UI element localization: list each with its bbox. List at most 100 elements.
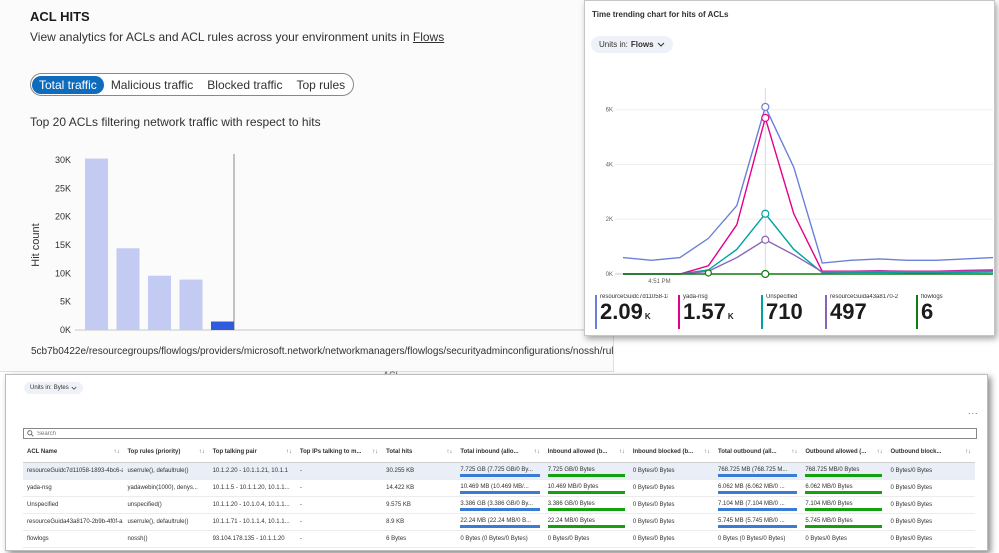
summary-tile[interactable]: resourceGuidc7d11058-18... 2.09K [595,293,668,333]
cell-bar-fill [460,524,540,528]
tab-top-rules[interactable]: Top rules [289,76,352,94]
tile-value: 6 [921,299,934,324]
hover-point [761,235,770,244]
table-cell: 0 Bytes (0 Bytes/0 Bytes) [456,530,544,548]
column-header[interactable]: Inbound allowed (b... ↑↓ [543,442,629,463]
table-row[interactable]: resourceGuidc7d11058-1893-4bc6-a7e6-1bbe… [23,462,975,480]
table-cell: resourceGuidc7d11058-1893-4bc6-a7e6-1bbe… [23,462,124,480]
cell-bar: 7.725 GB (7.725 GB/0 By... [460,467,540,477]
table-cell: 10.469 MB/0 Bytes [543,479,629,497]
column-header[interactable]: ACL Name ↑↓ [23,442,124,463]
column-header[interactable]: Outbound allowed (... ↑↓ [801,442,887,463]
sort-icon[interactable]: ↑↓ [113,449,119,455]
column-header[interactable]: Total hits ↑↓ [382,442,457,463]
tile-unit: K [644,312,651,321]
cell-bar: 7.104 MB (7.104 MB/0 ... [717,501,798,511]
more-options-button[interactable]: ... [968,406,979,416]
column-header[interactable]: Top rules (priority) ↑↓ [123,442,209,463]
cell-bar: 22.24 MB (22.24 MB/0 B... [460,518,540,528]
acl-table-panel: Units in: Bytes ... ACL Name↑↓ Top rules… [5,374,988,551]
sort-icon[interactable]: ↑↓ [791,449,797,455]
tab-malicious-traffic[interactable]: Malicious traffic [104,76,200,94]
summary-tile[interactable]: flowlogs 6 [916,293,976,333]
table-cell: - [295,530,383,548]
table-row[interactable]: resourceGuida43a8170-2b9b-4f0f-a19e-11ca… [23,513,975,531]
table-cell: 5.745 MB/0 Bytes [801,513,887,531]
series-line [623,115,994,275]
cell-bar-fill [547,507,625,511]
hover-point [761,102,770,112]
x-tick-label: 4:51 PM [648,279,670,285]
sort-icon[interactable]: ↑↓ [534,449,540,455]
table-cell: 0 Bytes/0 Bytes [543,530,629,548]
column-header[interactable]: Inbound blocked (b... ↑↓ [628,442,714,463]
units-label: Units in: [599,40,628,49]
table-cell: 10.1.1.20 - 10.1.0.4, 10.1.1... [208,496,296,514]
cell-bar-fill [460,507,540,511]
column-header[interactable]: Top talking pair ↑↓ [208,442,296,463]
table-row[interactable]: yada-nsg yadawebin(1000), denys... 10.1.1.… [23,479,975,497]
chevron-down-icon [71,386,77,390]
table-cell: 10.1.1.71 - 10.1.1.4, 10.1.1... [208,513,296,531]
table-cell: 3.386 GB/0 Bytes [543,496,629,514]
table-cell: 7.104 MB/0 Bytes [801,496,887,514]
column-header[interactable]: Total inbound (allo... ↑↓ [456,442,544,463]
table-cell: - [295,479,383,497]
cell-bar-fill [547,473,625,477]
table-cell: userrule(), defaultrule() [123,513,209,531]
cell-bar: 768.725 MB/0 Bytes [805,467,883,477]
y-tick-label: 0K [606,272,613,278]
table-cell: 7.104 MB (7.104 MB/0 ... [713,496,802,514]
column-header[interactable]: Outbound block... ↑↓ [886,442,975,463]
sort-icon[interactable]: ↑↓ [704,449,710,455]
tile-unit: K [727,312,734,321]
units-dropdown[interactable]: Units in: Flows [591,36,673,53]
table-cell: 3.386 GB (3.386 GB/0 By... [456,496,544,514]
flows-link[interactable]: Flows [413,30,444,44]
tile-color-bar [761,295,763,329]
table-cell: 0 Bytes/0 Bytes [628,513,714,531]
table-cell: - [295,496,383,514]
cell-bar: 768.725 MB (768.725 M... [717,467,798,477]
table-cell: 5.745 MB (5.745 MB/0 ... [713,513,802,531]
tile-value: 1.57 [683,299,726,324]
summary-tile[interactable]: yada-nsg 1.57 K [678,293,748,333]
bottom-units-dropdown[interactable]: Units in: Bytes [24,382,83,394]
table-row[interactable]: Unspecified unspecified() 10.1.1.20 - 10.1… [23,496,975,514]
chart-heading: Top 20 ACLs filtering network traffic wi… [30,115,321,129]
cell-bar: 7.104 MB/0 Bytes [805,501,883,511]
sort-icon[interactable]: ↑↓ [372,449,378,455]
bar [211,321,234,330]
sort-icon[interactable]: ↑↓ [876,449,882,455]
tab-blocked-traffic[interactable]: Blocked traffic [200,76,289,94]
cell-bar: 3.386 GB/0 Bytes [547,501,625,511]
cell-bar: 5.745 MB/0 Bytes [805,518,883,528]
table-row[interactable]: flowlogs nossh() 93.104.178.135 - 10.1.1.2… [23,530,975,548]
table-cell: 0 Bytes/0 Bytes [886,462,975,480]
tab-total-traffic[interactable]: Total traffic [32,75,104,94]
table-cell: 0 Bytes/0 Bytes [628,496,714,514]
sort-icon[interactable]: ↑↓ [619,449,625,455]
cell-bar-fill [717,507,798,511]
trend-chart-title: Time trending chart for hits of ACLs [592,10,729,19]
subtitle-text: View analytics for ACLs and ACL rules ac… [30,30,410,44]
table-cell: 0 Bytes/0 Bytes [886,479,975,497]
table-cell: 0 Bytes (0 Bytes/0 Bytes) [713,530,802,548]
sort-icon[interactable]: ↑↓ [199,449,205,455]
sort-icon[interactable]: ↑↓ [446,449,452,455]
cell-bar-fill [460,473,540,477]
sort-icon[interactable]: ↑↓ [286,449,292,455]
table-cell: 0 Bytes/0 Bytes [886,513,975,531]
search-input[interactable] [34,429,934,438]
column-header[interactable]: Total outbound (all... ↑↓ [713,442,802,463]
cell-bar-fill [805,490,883,494]
table-cell: 30.255 KB [382,462,457,480]
y-tick-label: 2K [606,217,613,223]
sort-icon[interactable]: ↑↓ [965,449,971,455]
summary-tile[interactable]: Unspecified 710 [761,293,821,333]
summary-tile[interactable]: resourceGuida43a8170-2... 497 [825,293,913,333]
traffic-tabs: Total traffic Malicious traffic Blocked … [30,73,355,96]
units-value: Flows [630,40,654,49]
column-header[interactable]: Top IPs talking to m... ↑↓ [295,442,383,463]
table-cell: - [295,462,383,480]
